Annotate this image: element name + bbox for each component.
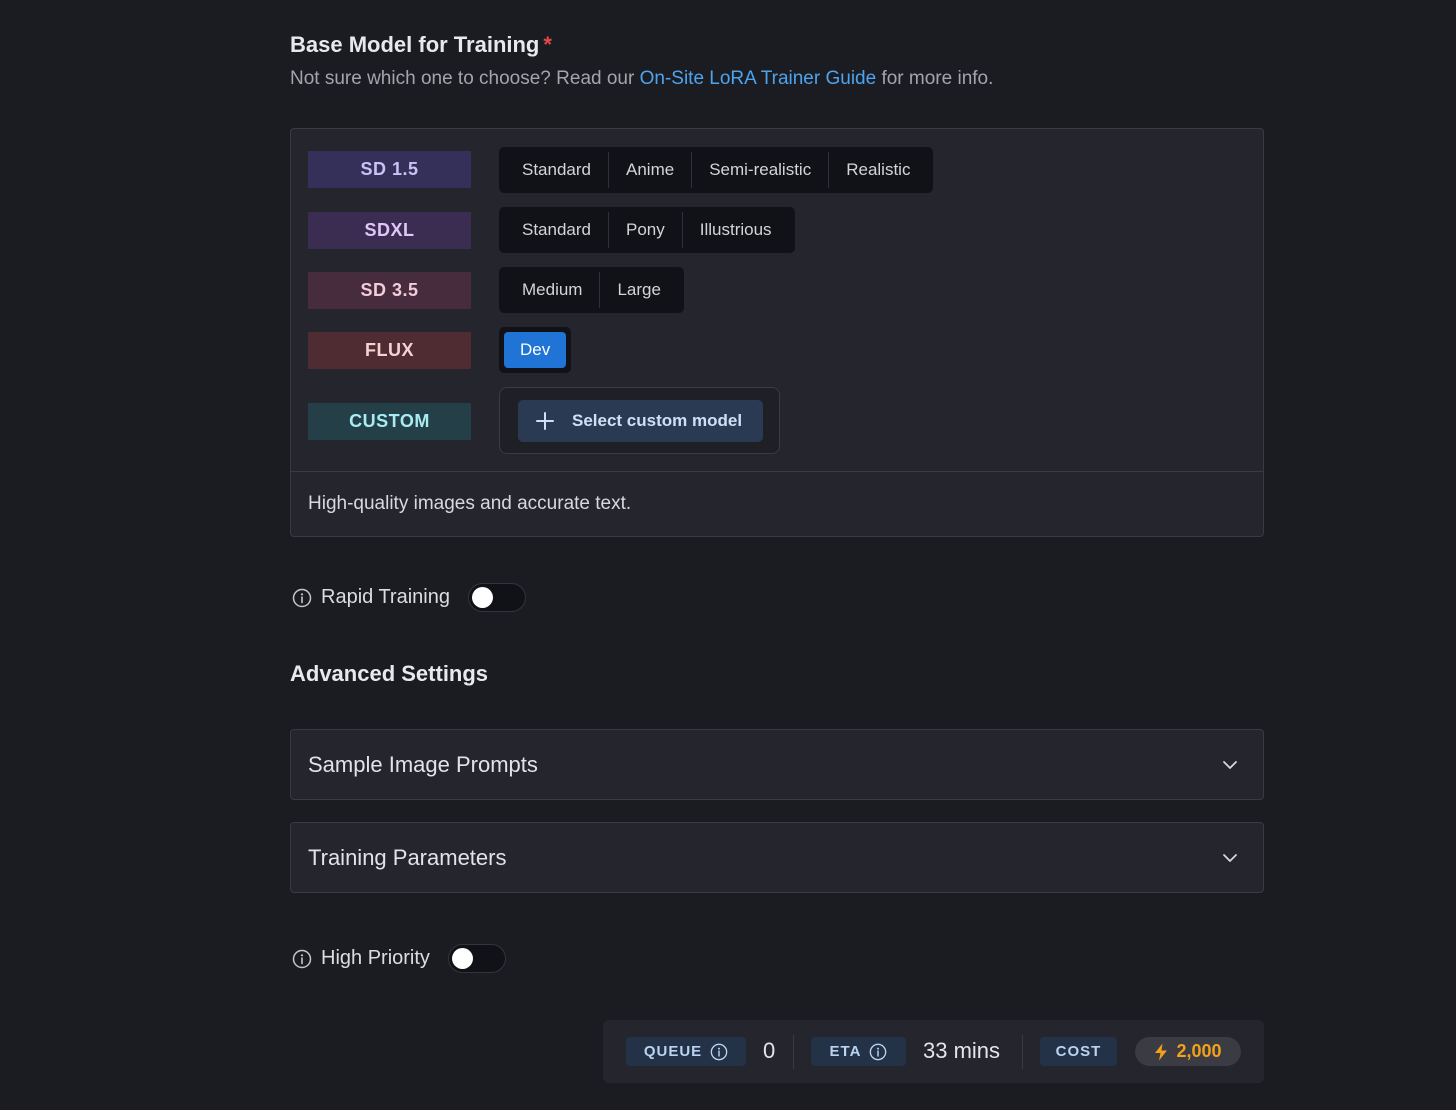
base-model-title: Base Model for Training * [290,32,552,58]
option-sd15-standard[interactable]: Standard [505,152,609,188]
high-priority-toggle[interactable] [447,944,506,973]
queue-pill: QUEUE [626,1037,746,1066]
advanced-settings-title: Advanced Settings [290,661,489,686]
queue-value: 0 [763,1038,776,1063]
select-custom-model-label: Select custom model [572,411,743,430]
base-model-panel: SD 1.5 Standard Anime Semi-realistic Rea… [290,128,1264,537]
queue-label: QUEUE [643,1043,703,1060]
toggle-knob [471,587,493,608]
info-circle-icon[interactable] [292,588,312,608]
stat-divider [1022,1035,1023,1069]
model-options-sd35: Medium Large [499,267,684,313]
model-row-sd15: SD 1.5 Standard Anime Semi-realistic Rea… [291,147,1263,199]
cost-label: COST [1055,1043,1102,1060]
model-badge-sd15: SD 1.5 [308,151,471,188]
model-options-flux: Dev [499,327,572,373]
option-sd35-large[interactable]: Large [600,272,677,308]
chevron-down-icon [1223,760,1237,769]
info-circle-icon[interactable] [869,1043,887,1061]
model-options-sdxl: Standard Pony Illustrious [499,207,795,253]
subtitle-prefix: Not sure which one to choose? Read our [290,68,640,89]
panel-divider [291,471,1263,472]
page: Base Model for Training * Not sure which … [0,0,1456,1110]
option-sdxl-standard[interactable]: Standard [505,212,609,248]
lightning-bolt-icon [1155,1043,1168,1060]
high-priority-row: High Priority [292,944,506,973]
trainer-guide-link[interactable]: On-Site LoRA Trainer Guide [640,68,877,89]
model-badge-sd35: SD 3.5 [308,272,471,309]
model-description: High-quality images and accurate text. [308,493,632,514]
accordion-label: Training Parameters [308,844,507,870]
cost-value: 2,000 [1176,1041,1222,1061]
cost-value-pill: 2,000 [1135,1037,1241,1066]
plus-icon [536,412,554,430]
rapid-training-label: Rapid Training [321,586,450,608]
base-model-title-text: Base Model for Training [290,32,540,57]
required-asterisk: * [543,32,552,57]
high-priority-label: High Priority [321,947,430,969]
cost-label-pill: COST [1040,1037,1117,1066]
eta-label: ETA [829,1043,862,1060]
stats-bar: QUEUE 0 ETA 33 mins COST 2,000 [603,1020,1264,1083]
model-badge-custom: CUSTOM [308,403,471,440]
option-sdxl-pony[interactable]: Pony [609,212,683,248]
accordion-training-parameters[interactable]: Training Parameters [290,822,1264,893]
eta-value: 33 mins [923,1038,1001,1063]
info-circle-icon[interactable] [292,949,312,969]
option-sd15-semi-realistic[interactable]: Semi-realistic [692,152,830,188]
rapid-training-toggle[interactable] [467,583,526,612]
select-custom-model-button[interactable]: Select custom model [518,400,763,442]
option-flux-dev[interactable]: Dev [504,332,567,368]
chevron-down-icon [1223,853,1237,862]
accordion-sample-image-prompts[interactable]: Sample Image Prompts [290,729,1264,800]
model-badge-flux: FLUX [308,332,471,369]
subtitle-suffix: for more info. [876,68,994,89]
info-circle-icon[interactable] [710,1043,728,1061]
eta-pill: ETA [811,1037,906,1066]
option-sd15-anime[interactable]: Anime [609,152,693,188]
option-sdxl-illustrious[interactable]: Illustrious [683,212,789,248]
model-badge-sdxl: SDXL [308,212,471,249]
toggle-knob [451,948,473,969]
option-sd35-medium[interactable]: Medium [505,272,601,308]
model-row-sd35: SD 3.5 Medium Large [291,267,1263,319]
model-row-sdxl: SDXL Standard Pony Illustrious [291,207,1263,259]
option-sd15-realistic[interactable]: Realistic [829,152,927,188]
model-options-sd15: Standard Anime Semi-realistic Realistic [499,147,934,193]
stat-divider [793,1035,794,1069]
rapid-training-row: Rapid Training [292,583,526,612]
model-row-flux: FLUX Dev [291,327,1263,379]
custom-model-box: Select custom model [499,387,780,454]
base-model-subtitle: Not sure which one to choose? Read our O… [290,68,993,90]
accordion-label: Sample Image Prompts [308,751,538,777]
